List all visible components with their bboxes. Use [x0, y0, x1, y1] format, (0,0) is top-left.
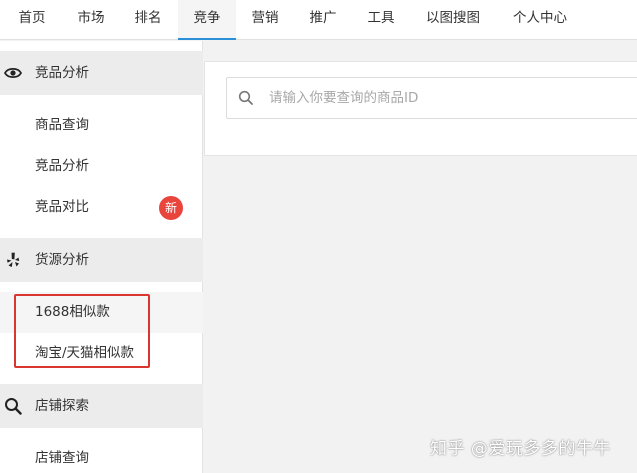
watermark: 知乎 @爱玩多多的牛牛 [430, 439, 611, 459]
nav-home[interactable]: 首页 [0, 0, 64, 40]
sidebar-item-competitor-analysis[interactable]: 竞品分析 [0, 146, 203, 187]
nav-competition[interactable]: 竞争 [178, 0, 236, 40]
sidebar-item-label: 竞品对比 [35, 199, 89, 215]
sidebar-item-product-query[interactable]: 商品查询 [0, 105, 203, 146]
section-label: 竞品分析 [35, 65, 89, 81]
section-store-explore[interactable]: 店铺探索 [0, 384, 203, 428]
section-competitor-analysis[interactable]: 竞品分析 [0, 51, 203, 95]
search-box[interactable] [226, 77, 637, 119]
eye-icon [4, 67, 22, 79]
section-source-analysis[interactable]: 货源分析 [0, 238, 203, 282]
nav-personal-center[interactable]: 个人中心 [500, 0, 580, 40]
new-badge: 新 [159, 196, 183, 220]
section-label: 店铺探索 [35, 398, 89, 414]
sidebar-item-competitor-compare[interactable]: 竞品对比 新 [0, 187, 203, 228]
search-icon [238, 90, 253, 105]
search-card [204, 61, 637, 156]
product-id-search-input[interactable] [269, 78, 637, 118]
nav-marketing[interactable]: 营销 [238, 0, 292, 40]
sidebar-item-1688-similar[interactable]: 1688相似款 [0, 292, 203, 333]
nav-tools[interactable]: 工具 [354, 0, 408, 40]
section-label: 货源分析 [35, 252, 89, 268]
nav-image-search[interactable]: 以图搜图 [415, 0, 491, 40]
nav-promotion[interactable]: 推广 [296, 0, 350, 40]
sidebar-item-taobao-similar[interactable]: 淘宝/天猫相似款 [0, 333, 203, 374]
sidebar: 竞品分析 商品查询 竞品分析 竞品对比 新 货源分析 1688相似款 淘宝/天猫… [0, 41, 203, 473]
top-nav: 首页 市场 排名 竞争 营销 推广 工具 以图搜图 个人中心 [0, 0, 637, 40]
nav-ranking[interactable]: 排名 [121, 0, 175, 40]
sidebar-item-store-query[interactable]: 店铺查询 [0, 438, 203, 473]
search-icon [5, 398, 22, 415]
nav-market[interactable]: 市场 [64, 0, 118, 40]
yelp-icon [7, 252, 20, 267]
